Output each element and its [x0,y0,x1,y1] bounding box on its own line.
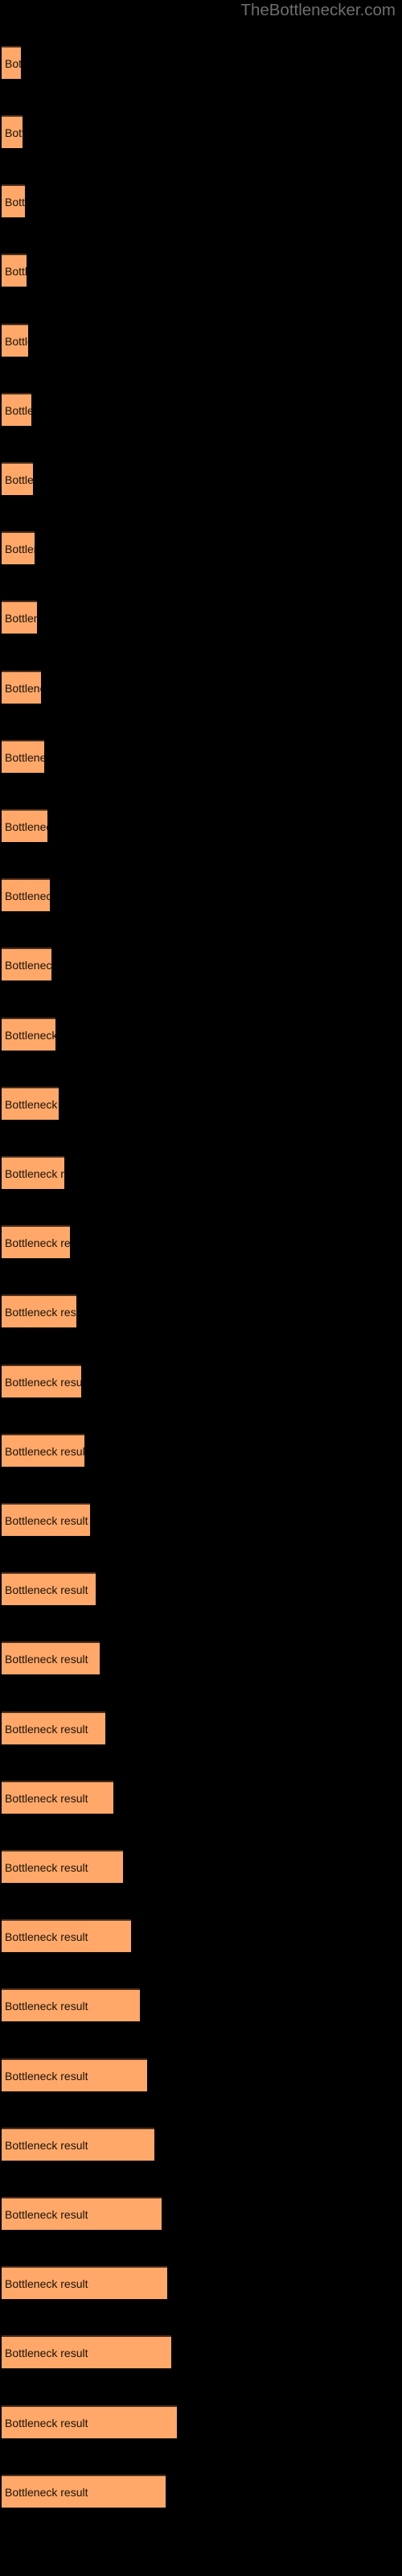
bar-label: Bottleneck result [5,1305,76,1319]
bar-label: Bottleneck result [5,264,27,278]
bar[interactable]: Bottleneck result [2,878,50,911]
bar[interactable]: Bottleneck result [2,2405,177,2438]
bar[interactable]: Bottleneck result [2,1781,113,1814]
bar-label: Bottleneck result [5,1791,88,1805]
bar-label: Bottleneck result [5,126,23,139]
bar-label: Bottleneck result [5,2416,88,2429]
bar[interactable]: Bottleneck result [2,393,31,426]
bar[interactable]: Bottleneck result [2,1087,59,1120]
bar-label: Bottleneck result [5,681,41,695]
bar[interactable]: Bottleneck result [2,2335,171,2368]
bar[interactable]: Bottleneck result [2,324,28,357]
bar[interactable]: Bottleneck result [2,1364,81,1397]
bar-label: Bottleneck result [5,1166,64,1180]
bar-label: Bottleneck result [5,56,21,70]
bar-label: Bottleneck result [5,334,28,348]
bar[interactable]: Bottleneck result [2,254,27,287]
bar-label: Bottleneck result [5,1097,59,1111]
bar-label: Bottleneck result [5,1860,88,1874]
bar[interactable]: Bottleneck result [2,46,21,79]
bar[interactable]: Bottleneck result [2,1018,55,1051]
bar[interactable]: Bottleneck result [2,947,51,980]
bar-label: Bottleneck result [5,958,51,972]
bar-label: Bottleneck result [5,542,35,555]
bar[interactable]: Bottleneck result [2,531,35,564]
bar-label: Bottleneck result [5,750,44,764]
bar[interactable]: Bottleneck result [2,1711,105,1744]
bar[interactable]: Bottleneck result [2,115,23,148]
bar[interactable]: Bottleneck result [2,2128,154,2161]
bar[interactable]: Bottleneck result [2,1156,64,1189]
bar-label: Bottleneck result [5,1722,88,1736]
bar-label: Bottleneck result [5,1513,88,1527]
bar-label: Bottleneck result [5,1444,84,1458]
bar[interactable]: Bottleneck result [2,2266,167,2299]
bar[interactable]: Bottleneck result [2,1225,70,1258]
bar-label: Bottleneck result [5,1583,88,1596]
bar-label: Bottleneck result [5,473,33,486]
bar-label: Bottleneck result [5,2485,88,2499]
bar-label: Bottleneck result [5,2207,88,2221]
bar-label: Bottleneck result [5,2277,88,2290]
bar-label: Bottleneck result [5,1930,88,1943]
bar[interactable]: Bottleneck result [2,1641,100,1674]
bar-label: Bottleneck result [5,403,31,417]
bar-chart: Bottleneck result Bottleneck result Bottle… [0,0,402,2576]
bottleneck-chart-page: TheBottlenecker.com Bottleneck resultBot… [0,0,402,2576]
bar[interactable]: Bottleneck result [2,2058,147,2091]
bar[interactable]: Bottleneck result [2,1503,90,1536]
bar-label: Bottleneck result [5,1236,70,1249]
bar[interactable]: Bottleneck result [2,462,33,495]
bar-label: Bottleneck result [5,611,37,625]
bar[interactable]: Bottleneck result [2,184,25,217]
bar-label: Bottleneck result [5,195,25,208]
bar-label: Bottleneck result [5,819,47,833]
bar-label: Bottleneck result [5,1375,81,1389]
bar-label: Bottleneck result [5,1028,55,1042]
bar-label: Bottleneck result [5,1652,88,1666]
bar[interactable]: Bottleneck result [2,2475,166,2508]
bar[interactable]: Bottleneck result [2,1434,84,1467]
bar[interactable]: Bottleneck result [2,809,47,842]
bar-label: Bottleneck result [5,2138,88,2152]
bar[interactable]: Bottleneck result [2,1919,131,1952]
bar[interactable]: Bottleneck result [2,740,44,773]
bar[interactable]: Bottleneck result [2,1294,76,1327]
bar-label: Bottleneck result [5,889,50,902]
bar[interactable]: Bottleneck result [2,1572,96,1605]
bar-label: Bottleneck result [5,1999,88,2013]
bar[interactable]: Bottleneck result [2,1988,140,2021]
bar-label: Bottleneck result [5,2346,88,2359]
bar-label: Bottleneck result [5,2069,88,2083]
bar[interactable]: Bottleneck result [2,671,41,704]
bar[interactable]: Bottleneck result [2,1850,123,1883]
bar[interactable]: Bottleneck result [2,2197,162,2230]
bar[interactable]: Bottleneck result [2,601,37,634]
